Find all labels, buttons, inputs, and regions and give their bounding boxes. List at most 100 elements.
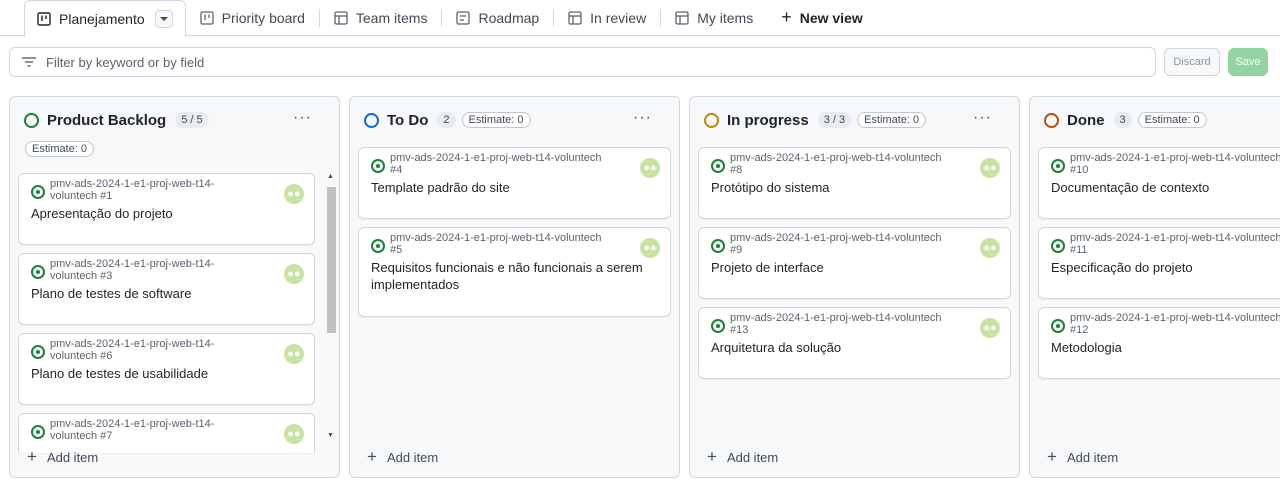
card[interactable]: pmv-ads-2024-1-e1-proj-web-t14-voluntech… (1038, 227, 1280, 299)
issue-open-icon (31, 345, 45, 359)
issue-open-icon (31, 185, 45, 199)
card-repo: pmv-ads-2024-1-e1-proj-web-t14-voluntech… (730, 312, 942, 336)
scrollbar-thumb[interactable] (327, 187, 336, 333)
filter-bar: Filter by keyword or by field Discard Sa… (9, 47, 1268, 77)
new-view-button[interactable]: + New view (767, 0, 877, 36)
card[interactable]: pmv-ads-2024-1-e1-proj-web-t14-voluntech… (18, 173, 315, 245)
card-repo: pmv-ads-2024-1-e1-proj-web-t14-voluntech… (50, 258, 215, 282)
column-done: Done 3 Estimate: 0 pmv-ads-2024-1-e1-pro… (1029, 96, 1280, 478)
new-view-label: New view (799, 9, 863, 26)
board-icon (37, 11, 51, 26)
tab-team-items[interactable]: Team items (320, 0, 442, 36)
avatar[interactable]: ●● (980, 158, 1000, 178)
plus-icon: + (707, 447, 717, 466)
card[interactable]: pmv-ads-2024-1-e1-proj-web-t14-voluntech… (1038, 307, 1280, 379)
column-header: Product Backlog 5 / 5 ··· (10, 97, 339, 143)
add-item-button[interactable]: + Add item (707, 447, 778, 467)
card-title[interactable]: Documentação de contexto (1051, 179, 1280, 196)
avatar[interactable]: ●● (284, 424, 304, 444)
chevron-down-icon[interactable] (154, 9, 173, 28)
table-icon (675, 10, 689, 25)
issue-open-icon (31, 425, 45, 439)
filter-input[interactable]: Filter by keyword or by field (9, 47, 1156, 77)
avatar[interactable]: ●● (980, 318, 1000, 338)
avatar[interactable]: ●● (284, 184, 304, 204)
scroll-down-icon[interactable]: ▼ (327, 432, 334, 439)
tab-roadmap[interactable]: Roadmap (442, 0, 553, 36)
card-title[interactable]: Protótipo do sistema (711, 179, 1000, 196)
card[interactable]: pmv-ads-2024-1-e1-proj-web-t14-voluntech… (18, 333, 315, 405)
estimate-badge: Estimate: 0 (461, 112, 531, 128)
card-repo: pmv-ads-2024-1-e1-proj-web-t14-voluntech… (730, 232, 942, 256)
status-circle-icon (704, 112, 719, 128)
scrollbar[interactable]: ▲ ▼ (327, 173, 336, 439)
table-icon (568, 10, 582, 25)
save-button[interactable]: Save (1228, 48, 1268, 76)
issue-open-icon (711, 239, 725, 253)
estimate-badge: Estimate: 0 (25, 141, 95, 157)
column-title: In progress (727, 111, 809, 129)
card-list: pmv-ads-2024-1-e1-proj-web-t14-voluntech… (18, 173, 315, 461)
card-title[interactable]: Arquitetura da solução (711, 339, 1000, 356)
tab-label: Priority board (221, 9, 305, 26)
card-list: pmv-ads-2024-1-e1-proj-web-t14-voluntech… (358, 147, 671, 325)
column-title: Product Backlog (47, 111, 167, 129)
card-title[interactable]: Metodologia (1051, 339, 1280, 356)
add-item-button[interactable]: + Add item (1047, 447, 1118, 467)
card[interactable]: pmv-ads-2024-1-e1-proj-web-t14-voluntech… (358, 227, 671, 317)
card[interactable]: pmv-ads-2024-1-e1-proj-web-t14-voluntech… (358, 147, 671, 219)
discard-button[interactable]: Discard (1164, 48, 1220, 76)
card[interactable]: pmv-ads-2024-1-e1-proj-web-t14-voluntech… (1038, 147, 1280, 219)
tab-in-review[interactable]: In review (554, 0, 660, 36)
column-to-do: To Do 2 Estimate: 0 ··· pmv-ads-2024-1-e… (349, 96, 680, 478)
column-count: 3 (1113, 112, 1132, 128)
card-repo: pmv-ads-2024-1-e1-proj-web-t14-voluntech… (1070, 152, 1280, 176)
card-title[interactable]: Plano de testes de software (31, 285, 304, 302)
plus-icon: + (367, 447, 377, 466)
more-options-icon[interactable]: ··· (293, 109, 312, 127)
add-item-label: Add item (46, 449, 99, 465)
more-options-icon[interactable]: ··· (633, 109, 652, 127)
card[interactable]: pmv-ads-2024-1-e1-proj-web-t14-voluntech… (698, 227, 1011, 299)
card[interactable]: pmv-ads-2024-1-e1-proj-web-t14-voluntech… (698, 307, 1011, 379)
card-repo: pmv-ads-2024-1-e1-proj-web-t14-voluntech… (730, 152, 942, 176)
plus-icon: + (27, 447, 37, 466)
issue-open-icon (711, 159, 725, 173)
issue-open-icon (31, 265, 45, 279)
add-item-button[interactable]: + Add item (27, 447, 98, 467)
column-count: 2 (437, 112, 456, 128)
avatar[interactable]: ●● (640, 238, 660, 258)
card[interactable]: pmv-ads-2024-1-e1-proj-web-t14-voluntech… (698, 147, 1011, 219)
card-repo: pmv-ads-2024-1-e1-proj-web-t14-voluntech… (50, 338, 215, 362)
card-title[interactable]: Plano de testes de usabilidade (31, 365, 304, 382)
card-title[interactable]: Apresentação do projeto (31, 205, 304, 222)
column-count: 3 / 3 (817, 112, 852, 128)
status-circle-icon (364, 112, 379, 128)
column-count: 5 / 5 (175, 112, 209, 128)
filter-icon (22, 57, 36, 67)
card-title[interactable]: Projeto de interface (711, 259, 1000, 276)
roadmap-icon (456, 10, 471, 25)
tab-priority-board[interactable]: Priority board (186, 0, 319, 36)
tab-label: In review (590, 9, 647, 26)
card[interactable]: pmv-ads-2024-1-e1-proj-web-t14-voluntech… (18, 253, 315, 325)
card-title[interactable]: Template padrão do site (371, 179, 660, 196)
card-list: pmv-ads-2024-1-e1-proj-web-t14-voluntech… (698, 147, 1011, 387)
estimate-badge: Estimate: 0 (1137, 112, 1207, 128)
tab-my-items[interactable]: My items (661, 0, 767, 36)
tab-label: My items (697, 9, 754, 26)
avatar[interactable]: ●● (980, 238, 1000, 258)
tab-label: Planejamento (59, 10, 145, 27)
card-title[interactable]: Especificação do projeto (1051, 259, 1280, 276)
add-item-button[interactable]: + Add item (367, 447, 438, 467)
avatar[interactable]: ●● (640, 158, 660, 178)
avatar[interactable]: ●● (284, 264, 304, 284)
card-repo: pmv-ads-2024-1-e1-proj-web-t14-voluntech… (50, 418, 215, 442)
tab-label: Team items (355, 9, 428, 26)
column-in-progress: In progress 3 / 3 Estimate: 0 ··· pmv-ad… (689, 96, 1020, 478)
tab-planejamento[interactable]: Planejamento (24, 0, 186, 37)
scroll-up-icon[interactable]: ▲ (327, 173, 334, 180)
avatar[interactable]: ●● (284, 344, 304, 364)
card-title[interactable]: Requisitos funcionais e não funcionais a… (371, 259, 660, 293)
more-options-icon[interactable]: ··· (973, 109, 992, 127)
